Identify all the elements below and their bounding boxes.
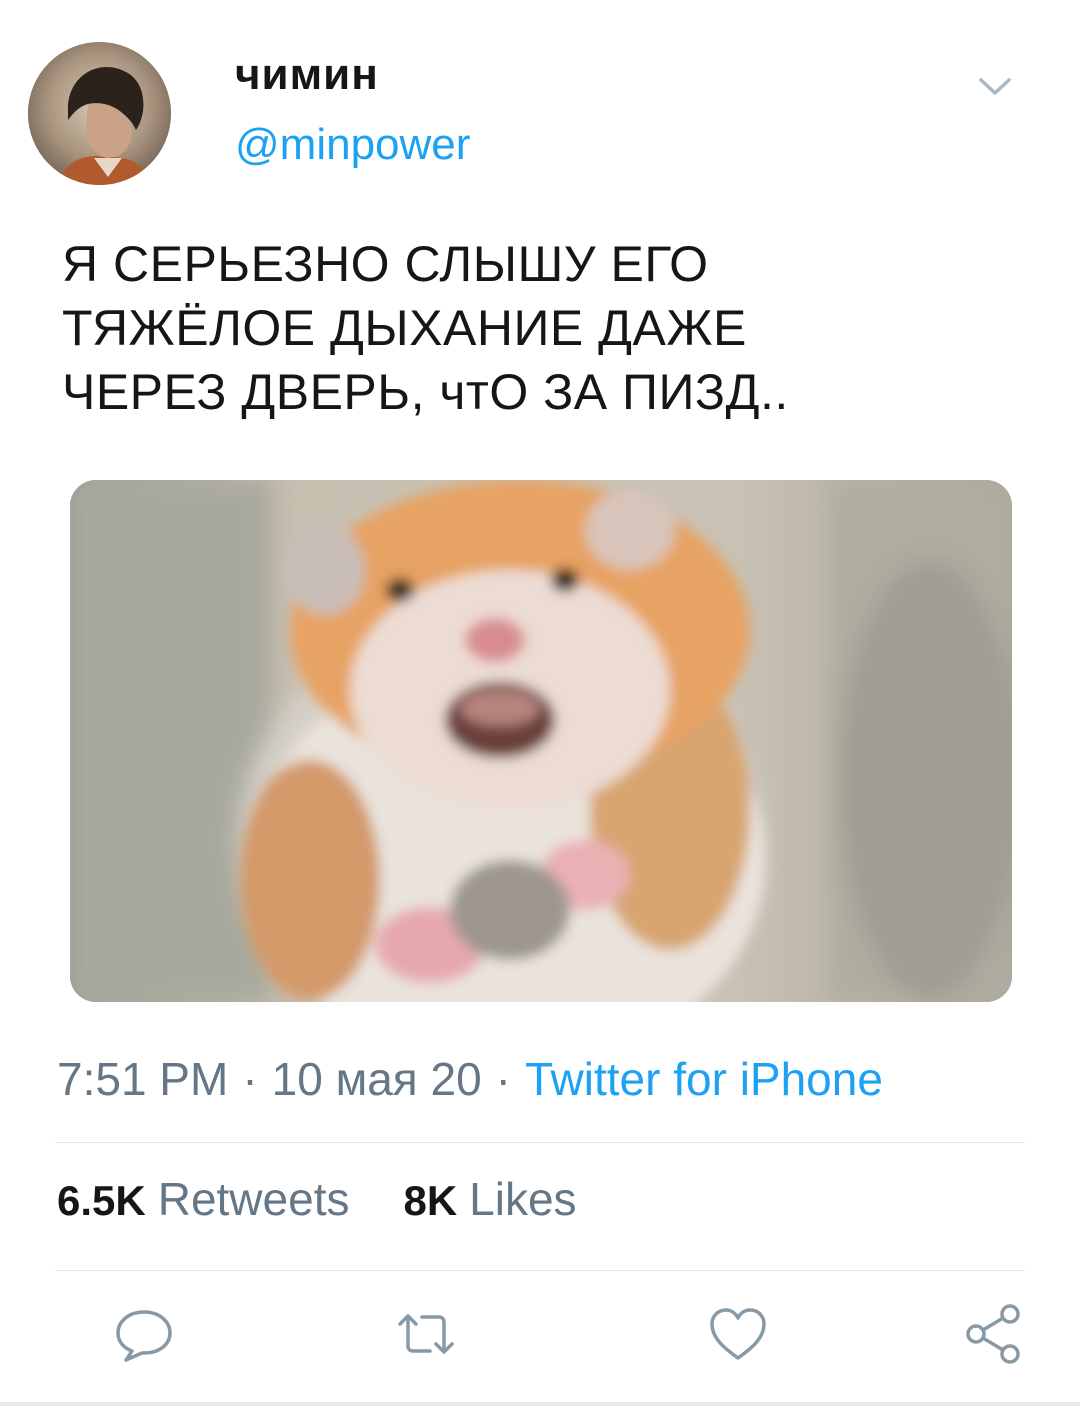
likes-count: 8K [403,1177,458,1224]
tweet-text: Я СЕРЬЕЗНО СЛЫШУ ЕГО ТЯЖЁЛОЕ ДЫХАНИЕ ДАЖ… [62,236,789,420]
reply-button[interactable] [112,1302,176,1366]
avatar[interactable] [28,42,171,185]
meta-separator: · [242,1053,258,1105]
divider [55,1270,1025,1271]
tweet-image[interactable] [70,480,1012,1002]
heart-icon [710,1308,766,1360]
retweets-label: Retweets [157,1173,350,1225]
retweets-stat[interactable]: 6.5K Retweets [57,1173,349,1225]
retweet-button[interactable] [394,1302,458,1366]
tweet-stats: 6.5K Retweets 8K Likes [57,1172,631,1226]
tweet-time[interactable]: 7:51 PM [57,1053,228,1105]
like-button[interactable] [706,1302,770,1366]
reply-icon [116,1310,172,1362]
retweet-icon [398,1314,454,1354]
share-icon [966,1304,1020,1364]
tweet-source-link[interactable]: Twitter for iPhone [525,1053,883,1105]
chevron-down-icon[interactable] [975,72,1015,102]
divider [55,1142,1025,1143]
share-button[interactable] [962,1302,1026,1366]
likes-stat[interactable]: 8K Likes [403,1173,576,1225]
tweet-detail: чимин @minpower Я СЕРЬЕЗНО СЛЫШУ ЕГО ТЯЖ… [0,0,1080,1406]
user-handle[interactable]: @minpower [235,120,470,170]
tweet-date[interactable]: 10 мая 20 [272,1053,482,1105]
likes-label: Likes [469,1173,577,1225]
bottom-border [0,1402,1080,1406]
display-name[interactable]: чимин [235,50,379,100]
retweets-count: 6.5K [57,1177,146,1224]
tweet-meta: 7:51 PM · 10 мая 20 · Twitter for iPhone [57,1052,883,1106]
meta-separator: · [495,1053,511,1105]
